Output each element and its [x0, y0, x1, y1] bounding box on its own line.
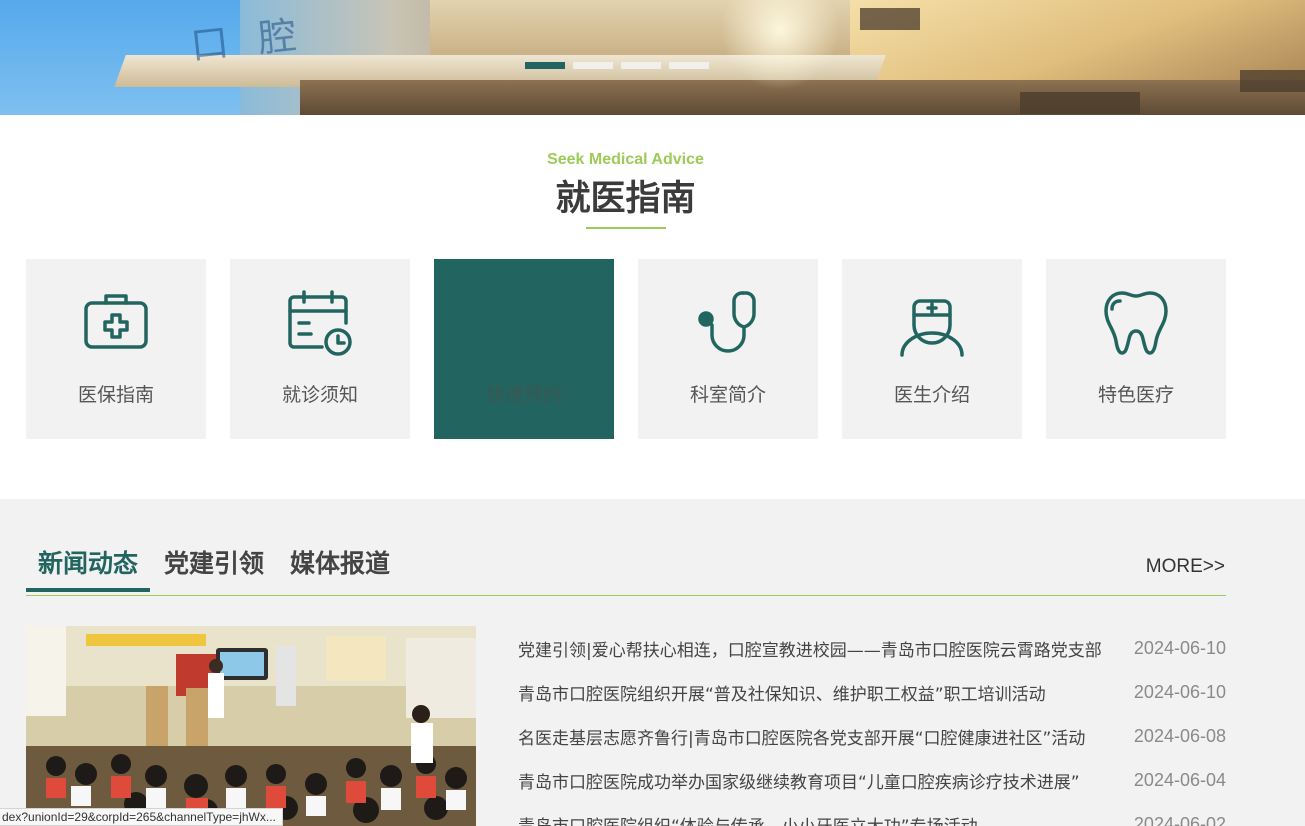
status-bar-url: dex?unionId=29&corpId=265&channelType=jh…	[0, 808, 283, 826]
news-list: 党建引领|爱心帮扶心相连，口腔宣教进校园——青岛市口腔医院云霄路党支部 2024…	[518, 626, 1226, 826]
guide-card-visit-notice[interactable]: 就诊须知	[230, 259, 410, 439]
tabs-divider	[26, 595, 1226, 596]
news-featured-photo[interactable]	[26, 626, 476, 826]
news-title[interactable]: 青岛市口腔医院组织开展“普及社保知识、维护职工权益”职工培训活动	[518, 680, 1103, 705]
news-date: 2024-06-02	[1133, 813, 1226, 826]
banner-window	[860, 8, 920, 30]
news-tabs: 新闻动态 党建引领 媒体报道	[26, 544, 404, 592]
tab-news[interactable]: 新闻动态	[26, 544, 151, 592]
classroom-photo	[26, 626, 476, 826]
doctor-icon	[900, 299, 964, 357]
guide-card-label: 医生介绍	[893, 384, 970, 406]
stethoscope-icon	[698, 291, 756, 353]
news-date: 2024-06-10	[1133, 637, 1226, 658]
guide-card-special-treatment[interactable]: 特色医疗	[1046, 259, 1226, 439]
guide-card-label: 特色医疗	[1097, 384, 1174, 406]
carousel-dot[interactable]	[573, 62, 613, 69]
news-title[interactable]: 党建引领|爱心帮扶心相连，口腔宣教进校园——青岛市口腔医院云霄路党支部	[518, 636, 1103, 661]
section-title-underline	[586, 227, 666, 229]
news-item[interactable]: 党建引领|爱心帮扶心相连，口腔宣教进校园——青岛市口腔医院云霄路党支部 2024…	[518, 626, 1226, 670]
guide-card-medical-insurance[interactable]: 医保指南	[26, 259, 206, 439]
news-date: 2024-06-08	[1133, 725, 1226, 746]
carousel-indicators	[525, 62, 709, 69]
news-date: 2024-06-10	[1133, 681, 1226, 702]
hero-banner[interactable]: 口腔	[0, 0, 1305, 115]
carousel-dot[interactable]	[669, 62, 709, 69]
tab-party-building[interactable]: 党建引领	[152, 544, 276, 592]
guide-card-label: 医保指南	[77, 384, 154, 406]
guide-card-label: 科室简介	[689, 384, 766, 406]
guide-card-departments[interactable]: 科室简介	[638, 259, 818, 439]
news-title[interactable]: 青岛市口腔医院组织“体验与传承，小小牙医立大功”专场活动	[518, 812, 1103, 826]
more-link[interactable]: MORE>>	[1146, 556, 1225, 578]
medical-kit-icon	[84, 294, 148, 349]
section-subtitle-en: Seek Medical Advice	[547, 151, 704, 168]
news-item[interactable]: 青岛市口腔医院组织“体验与传承，小小牙医立大功”专场活动 2024-06-02	[518, 802, 1226, 826]
guide-cards: 医保指南 就诊须知 快速预约 科室简介 医生介绍 特色医疗	[26, 259, 1226, 439]
news-title[interactable]: 青岛市口腔医院成功举办国家级继续教育项目“儿童口腔疾病诊疗技术进展”	[518, 768, 1103, 793]
news-date: 2024-06-04	[1133, 769, 1226, 790]
guide-card-doctors[interactable]: 医生介绍	[842, 259, 1022, 439]
quick-booking-icon	[490, 289, 558, 357]
guide-card-label: 快速预约	[485, 384, 562, 406]
tooth-icon	[1104, 291, 1168, 355]
carousel-dot[interactable]	[525, 62, 565, 69]
calendar-clock-icon	[288, 290, 352, 356]
guide-card-label: 就诊须知	[281, 384, 358, 406]
tab-media-reports[interactable]: 媒体报道	[278, 544, 402, 592]
news-item[interactable]: 青岛市口腔医院组织开展“普及社保知识、维护职工权益”职工培训活动 2024-06…	[518, 670, 1226, 714]
guide-card-quick-booking[interactable]: 快速预约	[434, 259, 614, 439]
banner-window	[1020, 92, 1140, 114]
section-title: 就医指南	[555, 179, 696, 219]
news-title[interactable]: 名医走基层志愿齐鲁行|青岛市口腔医院各党支部开展“口腔健康进社区”活动	[518, 724, 1103, 749]
news-item[interactable]: 青岛市口腔医院成功举办国家级继续教育项目“儿童口腔疾病诊疗技术进展” 2024-…	[518, 758, 1226, 802]
news-item[interactable]: 名医走基层志愿齐鲁行|青岛市口腔医院各党支部开展“口腔健康进社区”活动 2024…	[518, 714, 1226, 758]
carousel-dot[interactable]	[621, 62, 661, 69]
banner-window	[1240, 70, 1305, 92]
